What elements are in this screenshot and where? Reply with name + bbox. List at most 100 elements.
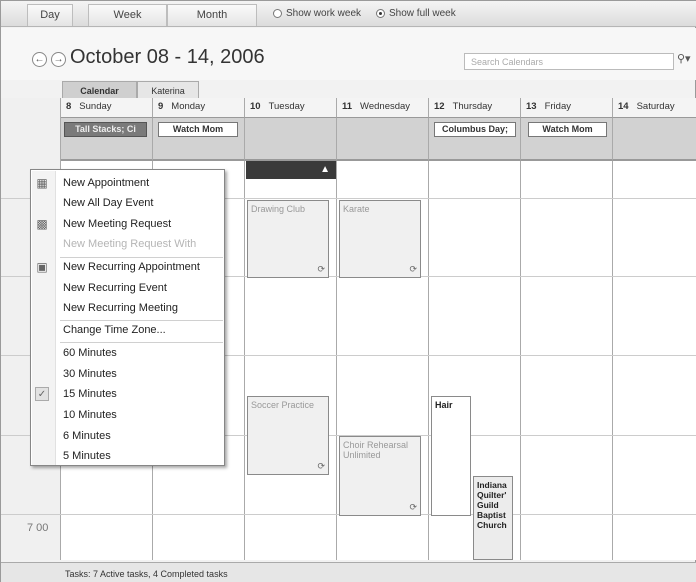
menu-5-minutes[interactable]: 5 Minutes bbox=[32, 446, 223, 466]
event-title: Hair bbox=[435, 400, 453, 410]
radio-circle-icon bbox=[273, 9, 282, 18]
all-day-cell-tuesday[interactable] bbox=[245, 118, 337, 161]
meeting-icon: ▩ bbox=[36, 217, 48, 231]
recurrence-icon: ⟳ bbox=[409, 264, 417, 274]
menu-label: New All Day Event bbox=[63, 197, 154, 209]
menu-label: 30 Minutes bbox=[63, 368, 117, 380]
menu-new-all-day-event[interactable]: New All Day Event bbox=[32, 193, 223, 213]
menu-label: 5 Minutes bbox=[63, 450, 111, 462]
all-day-event[interactable]: Watch Mom bbox=[528, 122, 607, 137]
magnifier-icon[interactable]: ⚲▾ bbox=[677, 52, 691, 65]
event-title: Indiana Quilter' Guild Baptist Church bbox=[477, 480, 507, 530]
day-number: 9 bbox=[158, 101, 164, 112]
event-soccer-practice[interactable]: Soccer Practice ⟳ bbox=[247, 396, 329, 475]
all-day-cell-friday[interactable]: Watch Mom bbox=[521, 118, 613, 161]
menu-label: 15 Minutes bbox=[63, 388, 117, 400]
menu-new-appointment[interactable]: ▦ New Appointment bbox=[32, 173, 223, 193]
status-bar: Tasks: 7 Active tasks, 4 Completed tasks bbox=[1, 562, 696, 582]
menu-label: New Meeting Request bbox=[63, 218, 172, 230]
day-header-sunday[interactable]: 8 Sunday bbox=[61, 98, 153, 118]
day-number: 11 bbox=[342, 101, 353, 112]
week-view-tab[interactable]: Week bbox=[88, 4, 167, 26]
reminder-icon: ▲ bbox=[320, 164, 330, 175]
day-name: Wednesday bbox=[360, 101, 411, 112]
day-number: 12 bbox=[434, 101, 445, 112]
date-header: ← → October 08 - 14, 2006 Search Calenda… bbox=[1, 28, 696, 80]
all-day-cell-wednesday[interactable] bbox=[337, 118, 429, 161]
day-header-monday[interactable]: 9 Monday bbox=[153, 98, 245, 118]
all-day-event[interactable]: Columbus Day; bbox=[434, 122, 516, 137]
day-name: Thursday bbox=[452, 101, 493, 112]
day-column-friday[interactable] bbox=[521, 161, 613, 560]
day-name: Tuesday bbox=[268, 101, 305, 112]
tab-katerina[interactable]: Katerina bbox=[137, 81, 199, 99]
menu-new-recurring-meeting[interactable]: New Recurring Meeting bbox=[32, 298, 223, 318]
calendar-tabs: Calendar Katerina bbox=[1, 81, 696, 99]
event-title: Choir Rehearsal Unlimited bbox=[343, 440, 409, 460]
context-menu: ▦ New Appointment New All Day Event ▩ Ne… bbox=[30, 169, 225, 466]
menu-15-minutes[interactable]: ✓ 15 Minutes bbox=[32, 384, 223, 404]
time-label-7: 7 00 bbox=[27, 522, 49, 534]
all-day-cell-sunday[interactable]: Tall Stacks; Ci bbox=[61, 118, 153, 161]
menu-label: New Recurring Appointment bbox=[63, 261, 200, 273]
menu-label: 60 Minutes bbox=[63, 347, 117, 359]
day-number: 14 bbox=[618, 101, 629, 112]
recurrence-icon: ⟳ bbox=[317, 461, 325, 471]
view-bar: Day Week Month Show work week Show full … bbox=[1, 1, 696, 27]
menu-new-recurring-event[interactable]: New Recurring Event bbox=[32, 278, 223, 298]
day-header-tuesday[interactable]: 10 Tuesday bbox=[245, 98, 337, 118]
month-view-tab[interactable]: Month bbox=[167, 4, 257, 26]
all-day-event[interactable]: Tall Stacks; Ci bbox=[64, 122, 147, 137]
event-quilter-guild[interactable]: Indiana Quilter' Guild Baptist Church bbox=[473, 476, 513, 560]
recurrence-icon: ⟳ bbox=[409, 502, 417, 512]
day-name: Monday bbox=[171, 101, 206, 112]
show-full-week-radio[interactable]: Show full week bbox=[376, 8, 456, 19]
event-title: Karate bbox=[343, 204, 370, 214]
day-header-friday[interactable]: 13 Friday bbox=[521, 98, 613, 118]
day-header-wednesday[interactable]: 11 Wednesday bbox=[337, 98, 429, 118]
recurring-appointment-icon: ▣ bbox=[36, 260, 48, 274]
menu-change-time-zone[interactable]: Change Time Zone... bbox=[32, 320, 223, 340]
all-day-cell-saturday[interactable] bbox=[613, 118, 696, 161]
all-day-cell-thursday[interactable]: Columbus Day; bbox=[429, 118, 521, 161]
back-arrow-icon[interactable]: ← bbox=[32, 52, 47, 67]
event-choir-rehearsal[interactable]: Choir Rehearsal Unlimited ⟳ bbox=[339, 436, 421, 516]
day-name: Saturday bbox=[636, 101, 675, 112]
menu-new-recurring-appointment[interactable]: ▣ New Recurring Appointment bbox=[32, 257, 223, 277]
menu-label: New Recurring Event bbox=[63, 282, 167, 294]
day-column-saturday[interactable] bbox=[613, 161, 696, 560]
day-view-tab[interactable]: Day bbox=[27, 4, 73, 26]
show-work-week-radio[interactable]: Show work week bbox=[273, 8, 361, 19]
all-day-cell-monday[interactable]: Watch Mom bbox=[153, 118, 245, 161]
menu-30-minutes[interactable]: 30 Minutes bbox=[32, 364, 223, 384]
menu-label: New Appointment bbox=[63, 177, 150, 189]
event-karate[interactable]: Karate ⟳ bbox=[339, 200, 421, 278]
menu-label: 6 Minutes bbox=[63, 430, 111, 442]
event-hair[interactable]: Hair bbox=[431, 396, 471, 516]
day-name: Friday bbox=[544, 101, 571, 112]
forward-arrow-icon[interactable]: → bbox=[51, 52, 66, 67]
menu-10-minutes[interactable]: 10 Minutes bbox=[32, 405, 223, 425]
show-full-week-label: Show full week bbox=[389, 8, 456, 19]
menu-60-minutes[interactable]: 60 Minutes bbox=[32, 343, 223, 363]
outlook-calendar-window: Day Week Month Show work week Show full … bbox=[0, 0, 696, 582]
day-header-thursday[interactable]: 12 Thursday bbox=[429, 98, 521, 118]
appointment-icon: ▦ bbox=[36, 176, 48, 190]
menu-label: New Recurring Meeting bbox=[63, 302, 178, 314]
selected-time-slot[interactable]: ▲ bbox=[246, 161, 336, 179]
day-number: 10 bbox=[250, 101, 261, 112]
day-header-saturday[interactable]: 14 Saturday bbox=[613, 98, 696, 118]
menu-6-minutes[interactable]: 6 Minutes bbox=[32, 426, 223, 446]
menu-new-meeting-request[interactable]: ▩ New Meeting Request bbox=[32, 214, 223, 234]
day-name: Sunday bbox=[79, 101, 112, 112]
date-range-title: October 08 - 14, 2006 bbox=[70, 46, 265, 68]
checkmark-icon: ✓ bbox=[35, 387, 49, 401]
event-title: Soccer Practice bbox=[251, 400, 315, 410]
menu-label: 10 Minutes bbox=[63, 409, 117, 421]
event-drawing-club[interactable]: Drawing Club ⟳ bbox=[247, 200, 329, 278]
day-number: 13 bbox=[526, 101, 537, 112]
all-day-event[interactable]: Watch Mom bbox=[158, 122, 238, 137]
tab-calendar[interactable]: Calendar bbox=[62, 81, 137, 99]
menu-new-meeting-request-with: New Meeting Request With bbox=[32, 234, 223, 254]
search-calendars-input[interactable]: Search Calendars bbox=[464, 53, 674, 70]
